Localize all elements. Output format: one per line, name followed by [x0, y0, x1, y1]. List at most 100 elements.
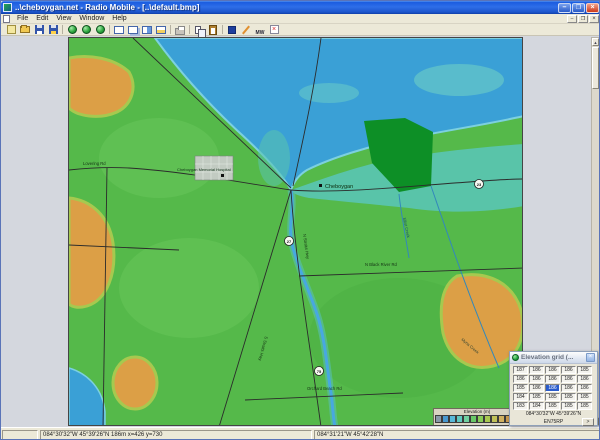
- map-land-patch: [119, 238, 259, 338]
- toolbar: [1, 24, 600, 36]
- elevation-cell[interactable]: 185: [561, 402, 576, 410]
- merge-pictures-icon[interactable]: [93, 24, 107, 35]
- child-close-button[interactable]: [589, 15, 599, 23]
- menu-edit[interactable]: Edit: [32, 15, 52, 22]
- elevation-cell[interactable]: 185: [577, 393, 592, 401]
- map-label-town: Cheboygan: [325, 184, 353, 190]
- elevation-grid-close-icon[interactable]: [586, 353, 595, 362]
- elevation-cell[interactable]: 186: [577, 384, 592, 392]
- legend-swatch: [456, 415, 463, 423]
- elevation-grid-titlebar[interactable]: Elevation grid (...: [510, 352, 597, 364]
- elevation-cell[interactable]: 185: [545, 402, 560, 410]
- export-picture-icon[interactable]: [154, 24, 168, 35]
- map-label-orchard: Orchard Beach Rd: [307, 386, 342, 391]
- menu-window[interactable]: Window: [75, 15, 108, 22]
- legend-swatch: [435, 415, 442, 423]
- svg-text:27: 27: [287, 239, 292, 244]
- legend-swatch: [449, 415, 456, 423]
- child-window-icon[interactable]: [3, 15, 10, 23]
- elevation-cell[interactable]: 186: [513, 375, 528, 383]
- paste-icon[interactable]: [206, 24, 220, 35]
- close-button[interactable]: [586, 3, 599, 13]
- map-shallow-patch: [299, 83, 359, 103]
- legend-swatch: [470, 415, 477, 423]
- map-hospital-marker: [221, 174, 224, 177]
- title-bar[interactable]: ..\cheboygan.net - Radio Mobile - [..\de…: [1, 1, 600, 14]
- elevation-cell[interactable]: 184: [529, 402, 544, 410]
- picture-properties-icon[interactable]: [79, 24, 93, 35]
- elevation-legend-swatches: [435, 415, 519, 423]
- legend-swatch: [498, 415, 505, 423]
- legend-swatch: [491, 415, 498, 423]
- crop-picture-icon[interactable]: [140, 24, 154, 35]
- label-icon[interactable]: [253, 24, 267, 35]
- child-minimize-button[interactable]: [567, 15, 577, 23]
- elevation-cell[interactable]: 185: [545, 393, 560, 401]
- elevation-cell[interactable]: 186: [545, 366, 560, 374]
- elevation-grid-cells: 187 186 186 186 185 186 186 186 186 186 …: [510, 364, 597, 411]
- menu-file[interactable]: File: [13, 15, 32, 22]
- svg-text:23: 23: [477, 182, 482, 187]
- app-icon: [3, 3, 12, 12]
- elevation-cell[interactable]: 186: [577, 375, 592, 383]
- map-properties-icon[interactable]: [65, 24, 79, 35]
- print-icon[interactable]: [173, 24, 187, 35]
- save-file-icon[interactable]: [32, 24, 46, 35]
- elevation-cell-selected[interactable]: 186: [545, 384, 560, 392]
- elevation-cell[interactable]: 186: [529, 375, 544, 383]
- elevation-cell[interactable]: 183: [513, 402, 528, 410]
- map-label-hospital: Cheboygan Memorial Hospital: [177, 167, 231, 172]
- duplicate-picture-icon[interactable]: [126, 24, 140, 35]
- elevation-cell[interactable]: 185: [513, 384, 528, 392]
- legend-swatch: [484, 415, 491, 423]
- elevation-cell[interactable]: 185: [529, 393, 544, 401]
- elevation-cell[interactable]: 185: [577, 402, 592, 410]
- map-label-black-river: N Black River Rd: [365, 262, 398, 267]
- elevation-grid-expand-button[interactable]: >: [582, 418, 594, 426]
- open-file-icon[interactable]: [18, 24, 32, 35]
- child-restore-button[interactable]: [578, 15, 588, 23]
- menu-view[interactable]: View: [52, 15, 75, 22]
- elevation-grid-window[interactable]: Elevation grid (... 187 186 186 186 185 …: [509, 351, 598, 426]
- minimize-button[interactable]: [558, 3, 571, 13]
- copy-icon[interactable]: [192, 24, 206, 35]
- elevation-cell[interactable]: 186: [561, 384, 576, 392]
- legend-swatch: [442, 415, 449, 423]
- elevation-cell[interactable]: 185: [561, 393, 576, 401]
- menu-help[interactable]: Help: [108, 15, 130, 22]
- elevation-cell[interactable]: 186: [529, 366, 544, 374]
- menu-bar: File Edit View Window Help: [1, 14, 600, 24]
- save-picture-icon[interactable]: [46, 24, 60, 35]
- legend-swatch: [477, 415, 484, 423]
- status-map-center: 084°31'21"W 45°42'28"N: [314, 430, 600, 440]
- map-shield-23: 23: [475, 180, 484, 189]
- pencil-icon[interactable]: [239, 24, 253, 35]
- status-panel-blank: [2, 430, 38, 440]
- scrollbar-thumb[interactable]: [592, 47, 599, 89]
- elevation-cell[interactable]: 187: [513, 366, 528, 374]
- radio-mobile-window: ..\cheboygan.net - Radio Mobile - [..\de…: [0, 0, 600, 440]
- elevation-cell[interactable]: 186: [545, 375, 560, 383]
- elevation-cell[interactable]: 185: [577, 366, 592, 374]
- map-picture[interactable]: Cheboygan Cheboygan Memorial Hospital Lo…: [68, 37, 523, 426]
- elevation-cell[interactable]: 184: [513, 393, 528, 401]
- elevation-cell[interactable]: 186: [561, 375, 576, 383]
- elevation-cell[interactable]: 186: [561, 366, 576, 374]
- delete-icon[interactable]: [267, 24, 281, 35]
- elevation-cell[interactable]: 186: [529, 384, 544, 392]
- new-file-icon[interactable]: [4, 24, 18, 35]
- map-wetland-patch: [258, 130, 290, 186]
- map-label-lovering: Lovering Rd: [83, 161, 106, 166]
- map-shield-27: 27: [285, 237, 294, 246]
- network-properties-icon[interactable]: [225, 24, 239, 35]
- elevation-grid-coordinates: 084°30'32"W 45°39'26"N: [510, 411, 597, 418]
- map-shallow-patch: [414, 64, 504, 96]
- svg-text:75: 75: [317, 369, 322, 374]
- elevation-grid-title: Elevation grid (...: [521, 354, 586, 361]
- elevation-grid-icon: [512, 354, 519, 361]
- new-picture-icon[interactable]: [112, 24, 126, 35]
- scroll-up-icon[interactable]: [592, 38, 599, 46]
- restore-button[interactable]: [572, 3, 585, 13]
- map-town-marker: [319, 184, 322, 187]
- map-shield-75: 75: [315, 367, 324, 376]
